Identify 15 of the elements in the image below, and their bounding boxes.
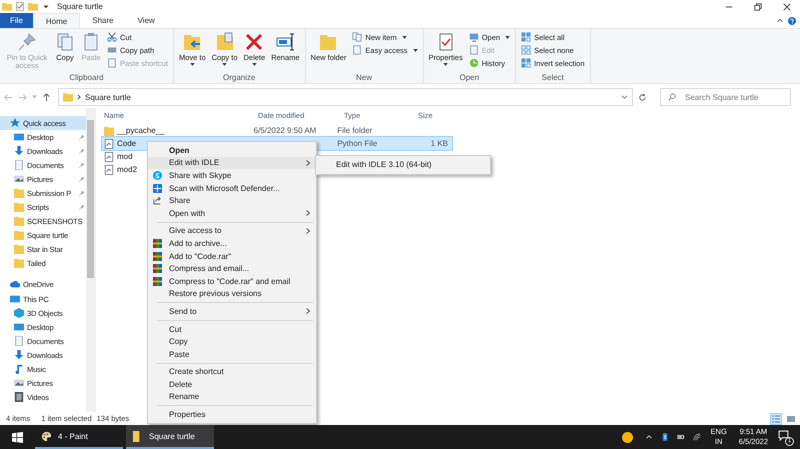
group-label: Organize <box>222 73 256 82</box>
group-label: New <box>355 73 374 82</box>
file-type: File folder <box>337 126 372 135</box>
group-label: Select <box>540 73 565 82</box>
path-text: Square turtle <box>85 92 131 102</box>
group-label: Open <box>458 73 480 82</box>
file-name: mod2 <box>117 165 138 174</box>
file-size: 1 KB <box>430 139 448 148</box>
file-name: Code <box>117 139 136 148</box>
file-name: mod <box>117 152 133 161</box>
group-label: Clipboard <box>68 73 105 82</box>
window-title: Square turtle <box>57 2 103 11</box>
file-date: 6/5/2022 9:50 AM <box>254 126 316 135</box>
file-name: __pycache__ <box>117 126 165 135</box>
file-type: Python File <box>337 139 378 148</box>
